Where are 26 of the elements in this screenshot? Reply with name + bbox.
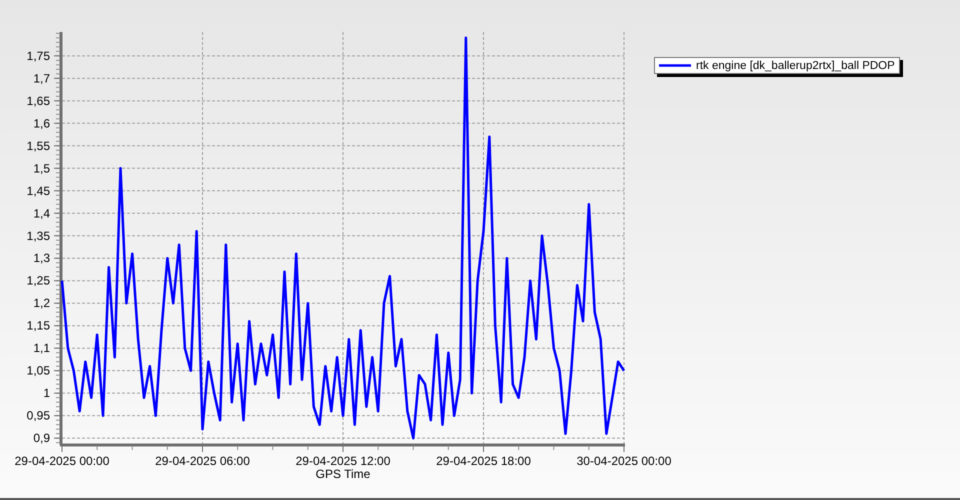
- tick-label: 29-04-2025 18:00: [436, 454, 531, 468]
- tick-label: 0,95: [26, 408, 50, 423]
- tick-label: 1,45: [26, 184, 50, 198]
- tick-label: 1,35: [26, 228, 50, 243]
- tick-label: 1,55: [26, 138, 50, 153]
- tick-label: 0,9: [33, 431, 50, 446]
- tick-label: 1,05: [26, 364, 50, 378]
- legend-line-icon: [659, 64, 691, 67]
- tick-label: 1,3: [33, 251, 50, 266]
- tick-label: 1,6: [33, 116, 50, 130]
- tick-label: 1,4: [33, 206, 50, 220]
- tick-label: 1: [43, 386, 50, 400]
- tick-label: 29-04-2025 12:00: [296, 454, 390, 468]
- tick-label: 1,65: [26, 94, 50, 108]
- tick-label: 1,1: [33, 341, 50, 356]
- tick-label: 30-04-2025 00:00: [576, 454, 672, 468]
- axis-title: GPS Time: [316, 467, 370, 481]
- tick-label: 1,25: [26, 274, 50, 288]
- tick-label: 1,5: [33, 161, 50, 176]
- legend-label: rtk engine [dk_ballerup2rtx]_ball PDOP: [696, 58, 895, 72]
- tick-label: 1,15: [26, 318, 50, 333]
- tick-label: 29-04-2025 00:00: [14, 454, 110, 468]
- tick-label: 29-04-2025 06:00: [155, 454, 250, 468]
- tick-label: 1,7: [33, 71, 50, 86]
- tick-label: 1,75: [26, 48, 50, 63]
- tick-label: 1,2: [33, 296, 50, 310]
